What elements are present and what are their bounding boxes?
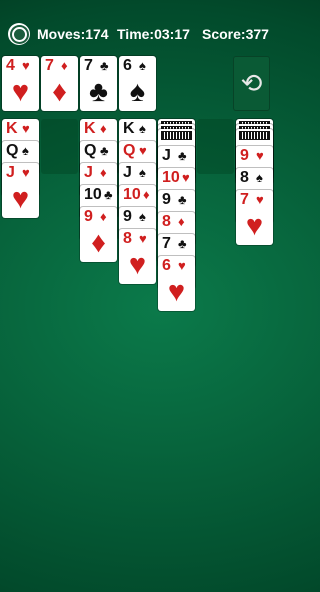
card-suit-icon: ♣ (178, 236, 187, 251)
tableau-slot[interactable] (41, 119, 78, 174)
card-suit-icon: ♥ (22, 58, 30, 73)
card-rank: 10 (84, 186, 102, 203)
card-rank: 7 (240, 191, 249, 208)
card-suit-icon: ♣ (178, 148, 187, 163)
gear-icon[interactable] (8, 23, 30, 45)
foundation-card[interactable]: 6 ♠ ♠ (119, 56, 156, 111)
undo-icon: ⟲ (240, 68, 263, 98)
moves-counter: Moves:174 (37, 26, 109, 42)
card-rank: J (162, 147, 171, 164)
card-rank: 7 (162, 235, 171, 252)
card-rank: 9 (123, 208, 132, 225)
foundation-card[interactable]: 4 ♥ ♥ (2, 56, 39, 111)
card-rank: J (84, 164, 93, 181)
card-rank: 10 (123, 186, 141, 203)
card-rank: 7 (45, 57, 54, 74)
card-rank: K (123, 120, 135, 137)
card-suit-large-icon: ♥ (167, 276, 186, 308)
card-suit-icon: ♥ (22, 165, 30, 180)
card-suit-icon: ♥ (139, 231, 147, 246)
tableau-card[interactable]: 9 ♦ ♦ (80, 207, 117, 262)
card-rank: Q (123, 142, 136, 159)
foundation-card[interactable]: 7 ♦ ♦ (41, 56, 78, 111)
card-suit-icon: ♦ (100, 209, 107, 224)
tableau-card[interactable]: J ♥ ♥ (2, 163, 39, 218)
time-counter: Time:03:17 (117, 26, 190, 42)
card-suit-icon: ♥ (182, 170, 190, 185)
card-suit-icon: ♦ (100, 121, 107, 136)
card-rank: 9 (84, 208, 93, 225)
card-rank: 7 (84, 57, 93, 74)
tableau-slot[interactable] (197, 119, 234, 174)
card-rank: Q (6, 142, 19, 159)
card-rank: 8 (162, 213, 171, 230)
foundation-card[interactable]: 7 ♣ ♣ (80, 56, 117, 111)
card-suit-large-icon: ♣ (88, 76, 109, 108)
card-suit-large-icon: ♥ (11, 183, 30, 215)
tableau-card[interactable]: 7 ♥ ♥ (236, 190, 273, 245)
card-suit-icon: ♠ (139, 58, 146, 73)
card-suit-large-icon: ♠ (129, 76, 146, 108)
card-suit-icon: ♣ (104, 187, 113, 202)
card-suit-large-icon: ♦ (52, 76, 67, 108)
card-rank: 9 (162, 191, 171, 208)
card-rank: 9 (240, 147, 249, 164)
tableau-card[interactable]: 6 ♥ ♥ (158, 256, 195, 311)
card-suit-large-icon: ♦ (91, 227, 106, 259)
tableau-card[interactable]: 8 ♥ ♥ (119, 229, 156, 284)
card-rank: 6 (123, 57, 132, 74)
card-suit-icon: ♠ (22, 143, 29, 158)
card-suit-icon: ♦ (143, 187, 150, 202)
card-suit-icon: ♥ (256, 192, 264, 207)
card-suit-icon: ♥ (178, 258, 186, 273)
card-rank: J (6, 164, 15, 181)
card-suit-icon: ♣ (100, 58, 109, 73)
top-bar: Moves:174 Time:03:17 Score:377 (0, 0, 273, 45)
card-suit-large-icon: ♥ (11, 76, 30, 108)
card-suit-icon: ♥ (139, 143, 147, 158)
card-rank: Q (84, 142, 97, 159)
undo-button[interactable]: ⟲ (233, 56, 270, 111)
card-suit-icon: ♦ (100, 165, 107, 180)
card-rank: 10 (162, 169, 180, 186)
card-rank: K (84, 120, 96, 137)
card-suit-large-icon: ♥ (245, 210, 264, 242)
card-suit-large-icon: ♥ (128, 249, 147, 281)
card-rank: 4 (6, 57, 15, 74)
card-suit-icon: ♣ (178, 192, 187, 207)
card-suit-icon: ♠ (139, 165, 146, 180)
card-suit-icon: ♥ (256, 148, 264, 163)
card-rank: 8 (123, 230, 132, 247)
card-rank: J (123, 164, 132, 181)
card-suit-icon: ♥ (22, 121, 30, 136)
score-counter: Score:377 (202, 26, 269, 42)
card-rank: K (6, 120, 18, 137)
card-suit-icon: ♠ (139, 121, 146, 136)
card-suit-icon: ♦ (178, 214, 185, 229)
card-suit-icon: ♠ (139, 209, 146, 224)
card-suit-icon: ♣ (100, 143, 109, 158)
card-rank: 6 (162, 257, 171, 274)
card-suit-icon: ♠ (256, 170, 263, 185)
card-suit-icon: ♦ (61, 58, 68, 73)
card-rank: 8 (240, 169, 249, 186)
